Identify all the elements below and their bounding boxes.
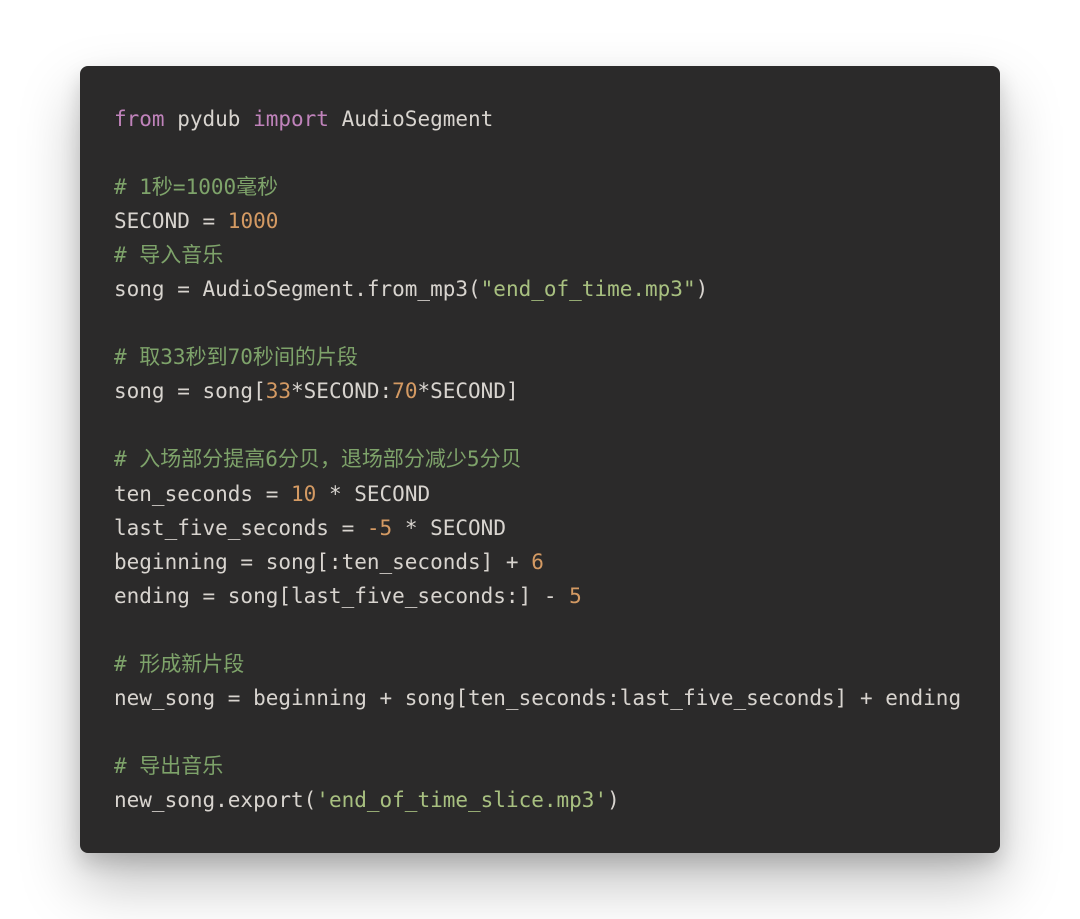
code-token: # 导入音乐 bbox=[114, 243, 223, 267]
code-token: # 取33秒到70秒间的片段 bbox=[114, 345, 358, 369]
code-token: ) bbox=[607, 788, 620, 812]
code-token: 10 bbox=[291, 482, 316, 506]
code-content: from pydub import AudioSegment # 1秒=1000… bbox=[114, 107, 961, 811]
code-token: # 形成新片段 bbox=[114, 652, 244, 676]
code-token: 5 bbox=[569, 584, 582, 608]
code-token: "end_of_time.mp3" bbox=[481, 277, 696, 301]
code-token: pydub bbox=[165, 107, 254, 131]
code-token: # 导出音乐 bbox=[114, 754, 223, 778]
code-token: 6 bbox=[531, 550, 544, 574]
code-token: 1000 bbox=[228, 209, 279, 233]
code-card: from pydub import AudioSegment # 1秒=1000… bbox=[80, 66, 1000, 852]
code-token: * SECOND bbox=[392, 516, 506, 540]
code-token: *SECOND] bbox=[417, 379, 518, 403]
code-token: *SECOND: bbox=[291, 379, 392, 403]
code-token: # 入场部分提高6分贝，退场部分减少5分贝 bbox=[114, 447, 522, 471]
code-token: import bbox=[253, 107, 329, 131]
code-token: ending = song[last_five_seconds:] - bbox=[114, 584, 569, 608]
code-token: 'end_of_time_slice.mp3' bbox=[316, 788, 607, 812]
code-token: # 1秒=1000毫秒 bbox=[114, 175, 278, 199]
code-token: 33 bbox=[266, 379, 291, 403]
code-token: from bbox=[114, 107, 165, 131]
code-block: from pydub import AudioSegment # 1秒=1000… bbox=[114, 102, 966, 816]
code-token: AudioSegment bbox=[329, 107, 493, 131]
code-token: new_song.export( bbox=[114, 788, 316, 812]
code-token: beginning = song[:ten_seconds] + bbox=[114, 550, 531, 574]
code-token: ten_seconds = bbox=[114, 482, 291, 506]
code-token: SECOND = bbox=[114, 209, 228, 233]
code-token: new_song = beginning + song[ten_seconds:… bbox=[114, 686, 961, 710]
code-token: ) bbox=[696, 277, 709, 301]
code-token: song = AudioSegment.from_mp3( bbox=[114, 277, 481, 301]
code-token: song = song[ bbox=[114, 379, 266, 403]
code-token: last_five_seconds = bbox=[114, 516, 367, 540]
code-token: 70 bbox=[392, 379, 417, 403]
code-token: -5 bbox=[367, 516, 392, 540]
code-token: * SECOND bbox=[316, 482, 430, 506]
